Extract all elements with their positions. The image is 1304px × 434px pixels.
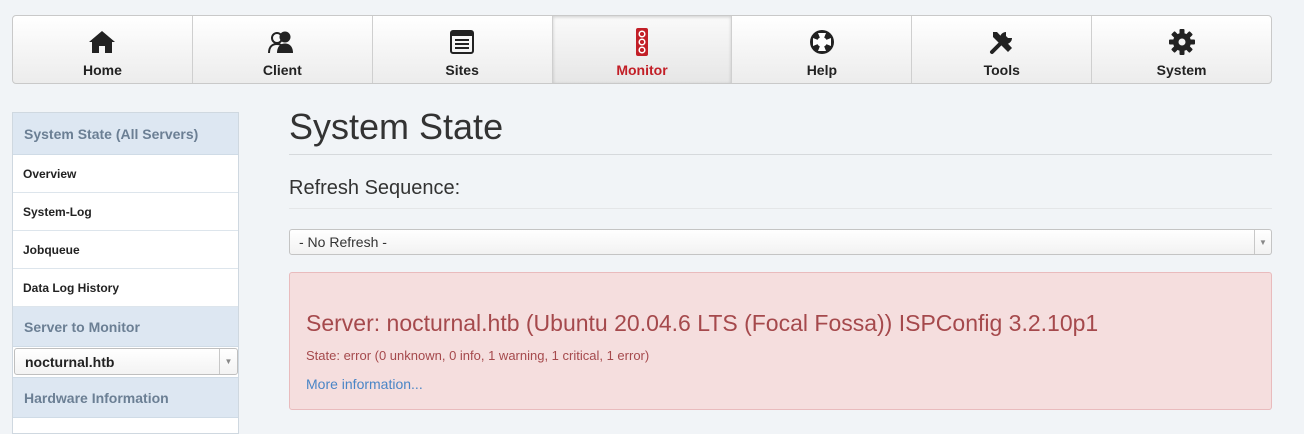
nav-system[interactable]: System	[1091, 16, 1271, 83]
help-icon	[808, 28, 836, 56]
sidebar-item-system-log[interactable]: System-Log	[13, 193, 238, 231]
chevron-down-icon[interactable]: ▼	[219, 349, 237, 374]
sidebar-section-hardware-information: Hardware Information	[13, 378, 238, 418]
nav-help-label: Help	[806, 62, 838, 78]
tools-icon	[988, 28, 1016, 56]
top-navigation: Home Client Sites Monitor Help Tools Sys…	[12, 15, 1272, 84]
home-icon	[88, 28, 116, 56]
sidebar-item-jobqueue[interactable]: Jobqueue	[13, 231, 238, 269]
nav-sites[interactable]: Sites	[371, 16, 552, 83]
nav-sites-label: Sites	[445, 62, 479, 78]
alert-state-text: State: error (0 unknown, 0 info, 1 warni…	[306, 348, 650, 363]
nav-tools-label: Tools	[983, 62, 1020, 78]
monitor-icon	[634, 28, 650, 56]
page-title: System State	[289, 107, 1272, 155]
nav-tools[interactable]: Tools	[911, 16, 1091, 83]
sidebar-item-data-log-history[interactable]: Data Log History	[13, 269, 238, 307]
nav-client-label: Client	[262, 62, 302, 78]
refresh-sequence-label: Refresh Sequence:	[289, 177, 1272, 209]
sidebar-section-server-to-monitor: Server to Monitor	[13, 307, 238, 347]
alert-server-title: Server: nocturnal.htb (Ubuntu 20.04.6 LT…	[306, 310, 1099, 336]
chevron-down-icon[interactable]: ▼	[1254, 230, 1271, 254]
server-select[interactable]: nocturnal.htb ▼	[14, 348, 238, 375]
refresh-sequence-select[interactable]: - No Refresh - ▼	[289, 229, 1272, 255]
server-select-wrapper: nocturnal.htb ▼	[13, 348, 238, 378]
sites-icon	[449, 28, 475, 56]
more-information-link[interactable]: More information...	[306, 376, 423, 392]
nav-monitor-label: Monitor	[616, 62, 668, 78]
nav-home[interactable]: Home	[13, 16, 192, 83]
nav-home-label: Home	[82, 62, 122, 78]
client-icon	[268, 28, 296, 56]
sidebar-section-system-state: System State (All Servers)	[13, 113, 238, 155]
nav-monitor[interactable]: Monitor	[551, 16, 732, 83]
system-icon	[1168, 28, 1196, 56]
main-content: System State Refresh Sequence: - No Refr…	[289, 100, 1272, 410]
sidebar-item-overview[interactable]: Overview	[13, 155, 238, 193]
nav-help[interactable]: Help	[731, 16, 911, 83]
nav-system-label: System	[1156, 62, 1207, 78]
server-status-alert: Server: nocturnal.htb (Ubuntu 20.04.6 LT…	[289, 272, 1272, 410]
nav-client[interactable]: Client	[191, 16, 372, 83]
server-select-value: nocturnal.htb	[25, 353, 115, 370]
sidebar: System State (All Servers) Overview Syst…	[12, 112, 239, 434]
refresh-select-value: - No Refresh -	[299, 234, 387, 250]
